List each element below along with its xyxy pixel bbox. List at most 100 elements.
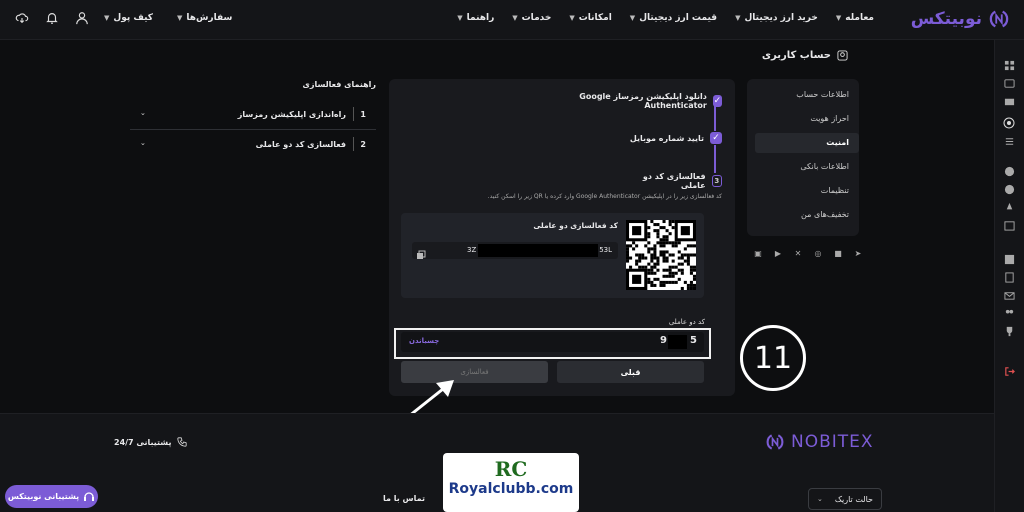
mail-icon[interactable] <box>1002 288 1016 302</box>
step-3-number: 3 <box>711 175 722 187</box>
linkedin-icon[interactable]: ■ <box>833 248 843 258</box>
headset-icon <box>84 491 95 501</box>
main-menu: معامله ▼ خرید ارز دیجیتال ▼ قیمت ارز دیجیت… <box>457 13 874 23</box>
menu-label: خدمات <box>521 13 552 23</box>
orders-menu[interactable]: ▼ سفارش‌ها <box>177 13 232 23</box>
step-2: ✓ تایید شماره موبایل <box>620 132 722 144</box>
account-sidebar: اطلاعات حساب احراز هویت امنیت اطلاعات با… <box>747 79 859 236</box>
menu-services[interactable]: خدمات ▼ <box>512 13 551 23</box>
footer-logo: NOBITEX <box>765 432 874 452</box>
support-label: پشتیبانی 24/7 <box>114 437 172 447</box>
nobitex-logo-icon <box>766 434 784 450</box>
step-description: کد فعالسازی زیر را در اپلیکیشن Google Au… <box>487 193 722 200</box>
notification-bell-icon[interactable] <box>44 10 60 26</box>
sidebar-item-account-info[interactable]: اطلاعات حساب <box>755 85 859 105</box>
nobitex-logo-icon <box>989 10 1009 28</box>
divider <box>353 137 354 151</box>
guide-item-1[interactable]: 1 راه‌اندازی اپلیکیشن رمزساز ⌄ <box>130 101 376 130</box>
sidebar-item-settings[interactable]: تنظیمات <box>755 181 859 201</box>
code-digit: 5 <box>690 335 697 346</box>
chevron-down-icon: ⌄ <box>140 109 146 117</box>
user-card-icon <box>837 50 848 61</box>
wallet-menu[interactable]: ▼ کیف پول <box>104 13 153 23</box>
menu-features[interactable]: امکانات ▼ <box>569 13 611 23</box>
contact-us-link[interactable]: تماس با ما <box>383 494 425 503</box>
redaction-bar <box>668 335 687 349</box>
support-chat-button[interactable]: پشتیبانی نوبیتکس <box>5 485 98 508</box>
menu-label: معامله <box>845 13 874 23</box>
step-1: ✓ دانلود اپلیکیشن رمزساز Google Authenti… <box>560 92 722 110</box>
user-profile-icon[interactable] <box>74 10 90 26</box>
chevron-down-icon: ▼ <box>835 14 842 22</box>
checkmark-icon: ✓ <box>712 95 722 107</box>
top-navbar: نوبیتکس معامله ▼ خرید ارز دیجیتال ▼ قیمت ا… <box>0 0 1024 40</box>
guide-item-label: فعالسازی کد دو عاملی <box>255 140 346 149</box>
right-icon-rail <box>994 40 1024 512</box>
wallet-label: کیف پول <box>113 13 153 23</box>
twofa-code-input[interactable]: چسباندن 9 5 <box>401 332 704 352</box>
menu-help[interactable]: راهنما ▼ <box>457 13 494 23</box>
watermark-logo: RC Royalclubb.com <box>443 453 579 512</box>
sidebar-item-security[interactable]: امنیت <box>755 133 859 153</box>
chevron-down-icon: ⌄ <box>817 495 823 503</box>
previous-button[interactable]: قبلی <box>557 361 704 383</box>
users-icon[interactable] <box>1002 306 1016 320</box>
youtube-icon[interactable]: ▶ <box>773 248 783 258</box>
code-input-label: کد دو عاملی <box>668 318 705 326</box>
dark-mode-select[interactable]: حالت تاریک ⌄ <box>808 488 882 510</box>
chevron-down-icon: ▼ <box>735 14 741 22</box>
qr-title: کد فعالسازی دو عاملی <box>533 221 618 230</box>
step-number-badge: 11 <box>740 325 806 391</box>
aparat-icon[interactable]: ▣ <box>753 248 763 258</box>
phone-icon <box>177 437 188 447</box>
sidebar-item-verification[interactable]: احراز هویت <box>755 109 859 129</box>
menu-label: امکانات <box>578 13 612 23</box>
step-2-label: تایید شماره موبایل <box>629 133 704 143</box>
trophy-icon[interactable] <box>1002 324 1016 338</box>
wallet-icon[interactable] <box>1002 76 1016 90</box>
chevron-down-icon: ▼ <box>457 14 463 22</box>
secret-key-field: 3Z 53L <box>412 242 618 259</box>
cloud-download-icon[interactable] <box>14 10 30 26</box>
support-link[interactable]: پشتیبانی 24/7 <box>114 437 188 447</box>
card-icon[interactable] <box>1002 94 1016 108</box>
brand-logo[interactable]: نوبیتکس <box>911 8 1010 30</box>
account-security-icon[interactable] <box>1002 116 1016 130</box>
chevron-down-icon: ▼ <box>569 14 575 22</box>
document-icon[interactable] <box>1002 270 1016 284</box>
calendar-icon[interactable] <box>1002 218 1016 232</box>
user-actions: ▼ کیف پول ▼ سفارش‌ها <box>14 10 232 26</box>
paste-button[interactable]: چسباندن <box>409 337 439 345</box>
list-icon[interactable] <box>1002 134 1016 148</box>
watermark-domain: Royalclubb.com <box>448 481 574 497</box>
page-title-text: حساب کاربری <box>761 50 831 61</box>
chevron-down-icon: ⌄ <box>140 139 146 147</box>
chevron-down-icon: ▼ <box>176 14 183 22</box>
guide-title: راهنمای فعالسازی <box>302 80 377 89</box>
menu-crypto-price[interactable]: قیمت ارز دیجیتال ▼ <box>630 13 717 23</box>
sidebar-item-discounts[interactable]: تخفیف‌های من <box>755 205 859 225</box>
history-icon[interactable] <box>1002 182 1016 196</box>
menu-label: قیمت ارز دیجیتال <box>639 13 718 23</box>
guide-item-2[interactable]: 2 فعالسازی کد دو عاملی ⌄ <box>130 131 376 160</box>
x-twitter-icon[interactable]: ✕ <box>793 248 803 258</box>
orders-label: سفارش‌ها <box>186 13 233 23</box>
telegram-icon[interactable]: ➤ <box>853 248 863 258</box>
logout-icon[interactable] <box>1002 364 1016 378</box>
dashboard-icon[interactable] <box>1002 58 1016 72</box>
step-3-label: فعالسازی کد دو عاملی <box>642 172 706 190</box>
sidebar-item-bank-info[interactable]: اطلاعات بانکی <box>755 157 859 177</box>
divider <box>353 107 354 121</box>
id-card-icon[interactable] <box>1002 252 1016 266</box>
menu-label: راهنما <box>466 13 495 23</box>
copy-icon[interactable] <box>416 245 426 259</box>
menu-buy-crypto[interactable]: خرید ارز دیجیتال ▼ <box>735 13 818 23</box>
globe-icon[interactable] <box>1002 164 1016 178</box>
step-3: 3 فعالسازی کد دو عاملی <box>630 172 722 190</box>
menu-trade[interactable]: معامله ▼ <box>836 13 874 23</box>
step-connector <box>714 145 716 173</box>
code-digit: 9 <box>660 335 667 346</box>
redaction-bar <box>478 244 598 257</box>
instagram-icon[interactable]: ◎ <box>813 248 823 258</box>
rocket-icon[interactable] <box>1002 200 1016 214</box>
